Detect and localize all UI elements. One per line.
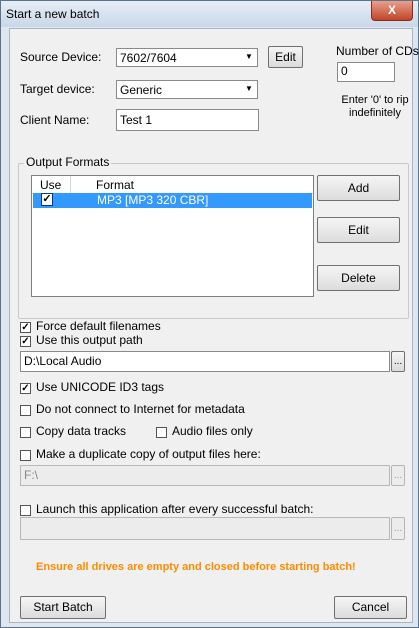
unicode-id3-label: Use UNICODE ID3 tags xyxy=(36,380,165,394)
no-internet-checkbox[interactable] xyxy=(20,405,31,416)
dialog-body: Source Device: 7602/7604 ▼ Edit Number o… xyxy=(9,28,419,623)
cd-count-input[interactable]: 0 xyxy=(337,62,395,82)
output-formats-label: Output Formats xyxy=(24,155,112,169)
browse-duplicate-path-button[interactable]: ... xyxy=(391,465,405,486)
list-header: Use Format xyxy=(32,176,313,194)
cd-count-label: Number of CDs xyxy=(336,44,419,58)
duplicate-path-input[interactable]: F:\ xyxy=(20,465,390,486)
batch-dialog: Start a new batch X Source Device: 7602/… xyxy=(0,0,419,628)
target-device-value: Generic xyxy=(120,83,163,97)
column-divider xyxy=(70,176,71,193)
launch-app-path-input[interactable] xyxy=(20,517,390,540)
start-batch-button[interactable]: Start Batch xyxy=(20,596,106,619)
audio-only-checkbox[interactable] xyxy=(156,427,167,438)
warning-message: Ensure all drives are empty and closed b… xyxy=(36,561,356,573)
force-default-filenames-label: Force default filenames xyxy=(36,319,161,333)
target-device-select[interactable]: Generic ▼ xyxy=(116,80,258,99)
launch-app-checkbox[interactable] xyxy=(20,505,31,516)
copy-data-tracks-label: Copy data tracks xyxy=(36,424,127,438)
launch-app-label: Launch this application after every succ… xyxy=(36,502,314,516)
chevron-down-icon: ▼ xyxy=(245,84,253,93)
force-default-filenames-checkbox[interactable]: ✓ xyxy=(20,322,31,333)
target-device-label: Target device: xyxy=(20,82,95,96)
copy-data-tracks-checkbox[interactable] xyxy=(20,427,31,438)
audio-only-label: Audio files only xyxy=(172,424,253,438)
list-item[interactable]: ✓ MP3 [MP3 320 CBR] xyxy=(33,193,312,208)
client-name-label: Client Name: xyxy=(20,113,90,127)
close-button[interactable]: X xyxy=(371,1,413,21)
no-internet-label: Do not connect to Internet for metadata xyxy=(36,402,245,416)
title-bar: Start a new batch X xyxy=(1,1,418,27)
column-header-use[interactable]: Use xyxy=(40,178,61,192)
cancel-button[interactable]: Cancel xyxy=(334,596,407,619)
edit-format-button[interactable]: Edit xyxy=(317,217,400,243)
format-value: MP3 [MP3 320 CBR] xyxy=(97,193,209,207)
edit-source-button[interactable]: Edit xyxy=(268,46,303,68)
output-formats-list[interactable]: Use Format ✓ MP3 [MP3 320 CBR] xyxy=(31,175,314,297)
duplicate-copy-checkbox[interactable] xyxy=(20,450,31,461)
unicode-id3-checkbox[interactable]: ✓ xyxy=(20,383,31,394)
use-output-path-label: Use this output path xyxy=(36,333,143,347)
source-device-value: 7602/7604 xyxy=(120,51,177,65)
source-device-label: Source Device: xyxy=(20,50,102,64)
use-output-path-checkbox[interactable]: ✓ xyxy=(20,336,31,347)
output-path-input[interactable]: D:\Local Audio xyxy=(20,351,390,372)
column-header-format[interactable]: Format xyxy=(96,178,134,192)
cd-count-hint-2: indefinitely xyxy=(349,107,401,119)
cd-count-hint-1: Enter '0' to rip xyxy=(341,94,409,106)
checkmark-icon[interactable]: ✓ xyxy=(41,193,53,206)
browse-launch-app-button[interactable]: ... xyxy=(391,517,405,540)
chevron-down-icon: ▼ xyxy=(245,52,253,61)
window-title: Start a new batch xyxy=(6,7,100,21)
duplicate-copy-label: Make a duplicate copy of output files he… xyxy=(36,447,261,461)
source-device-select[interactable]: 7602/7604 ▼ xyxy=(116,48,258,67)
browse-output-path-button[interactable]: ... xyxy=(391,351,405,372)
add-format-button[interactable]: Add xyxy=(317,175,400,201)
delete-format-button[interactable]: Delete xyxy=(317,265,400,291)
client-name-input[interactable]: Test 1 xyxy=(116,109,259,131)
